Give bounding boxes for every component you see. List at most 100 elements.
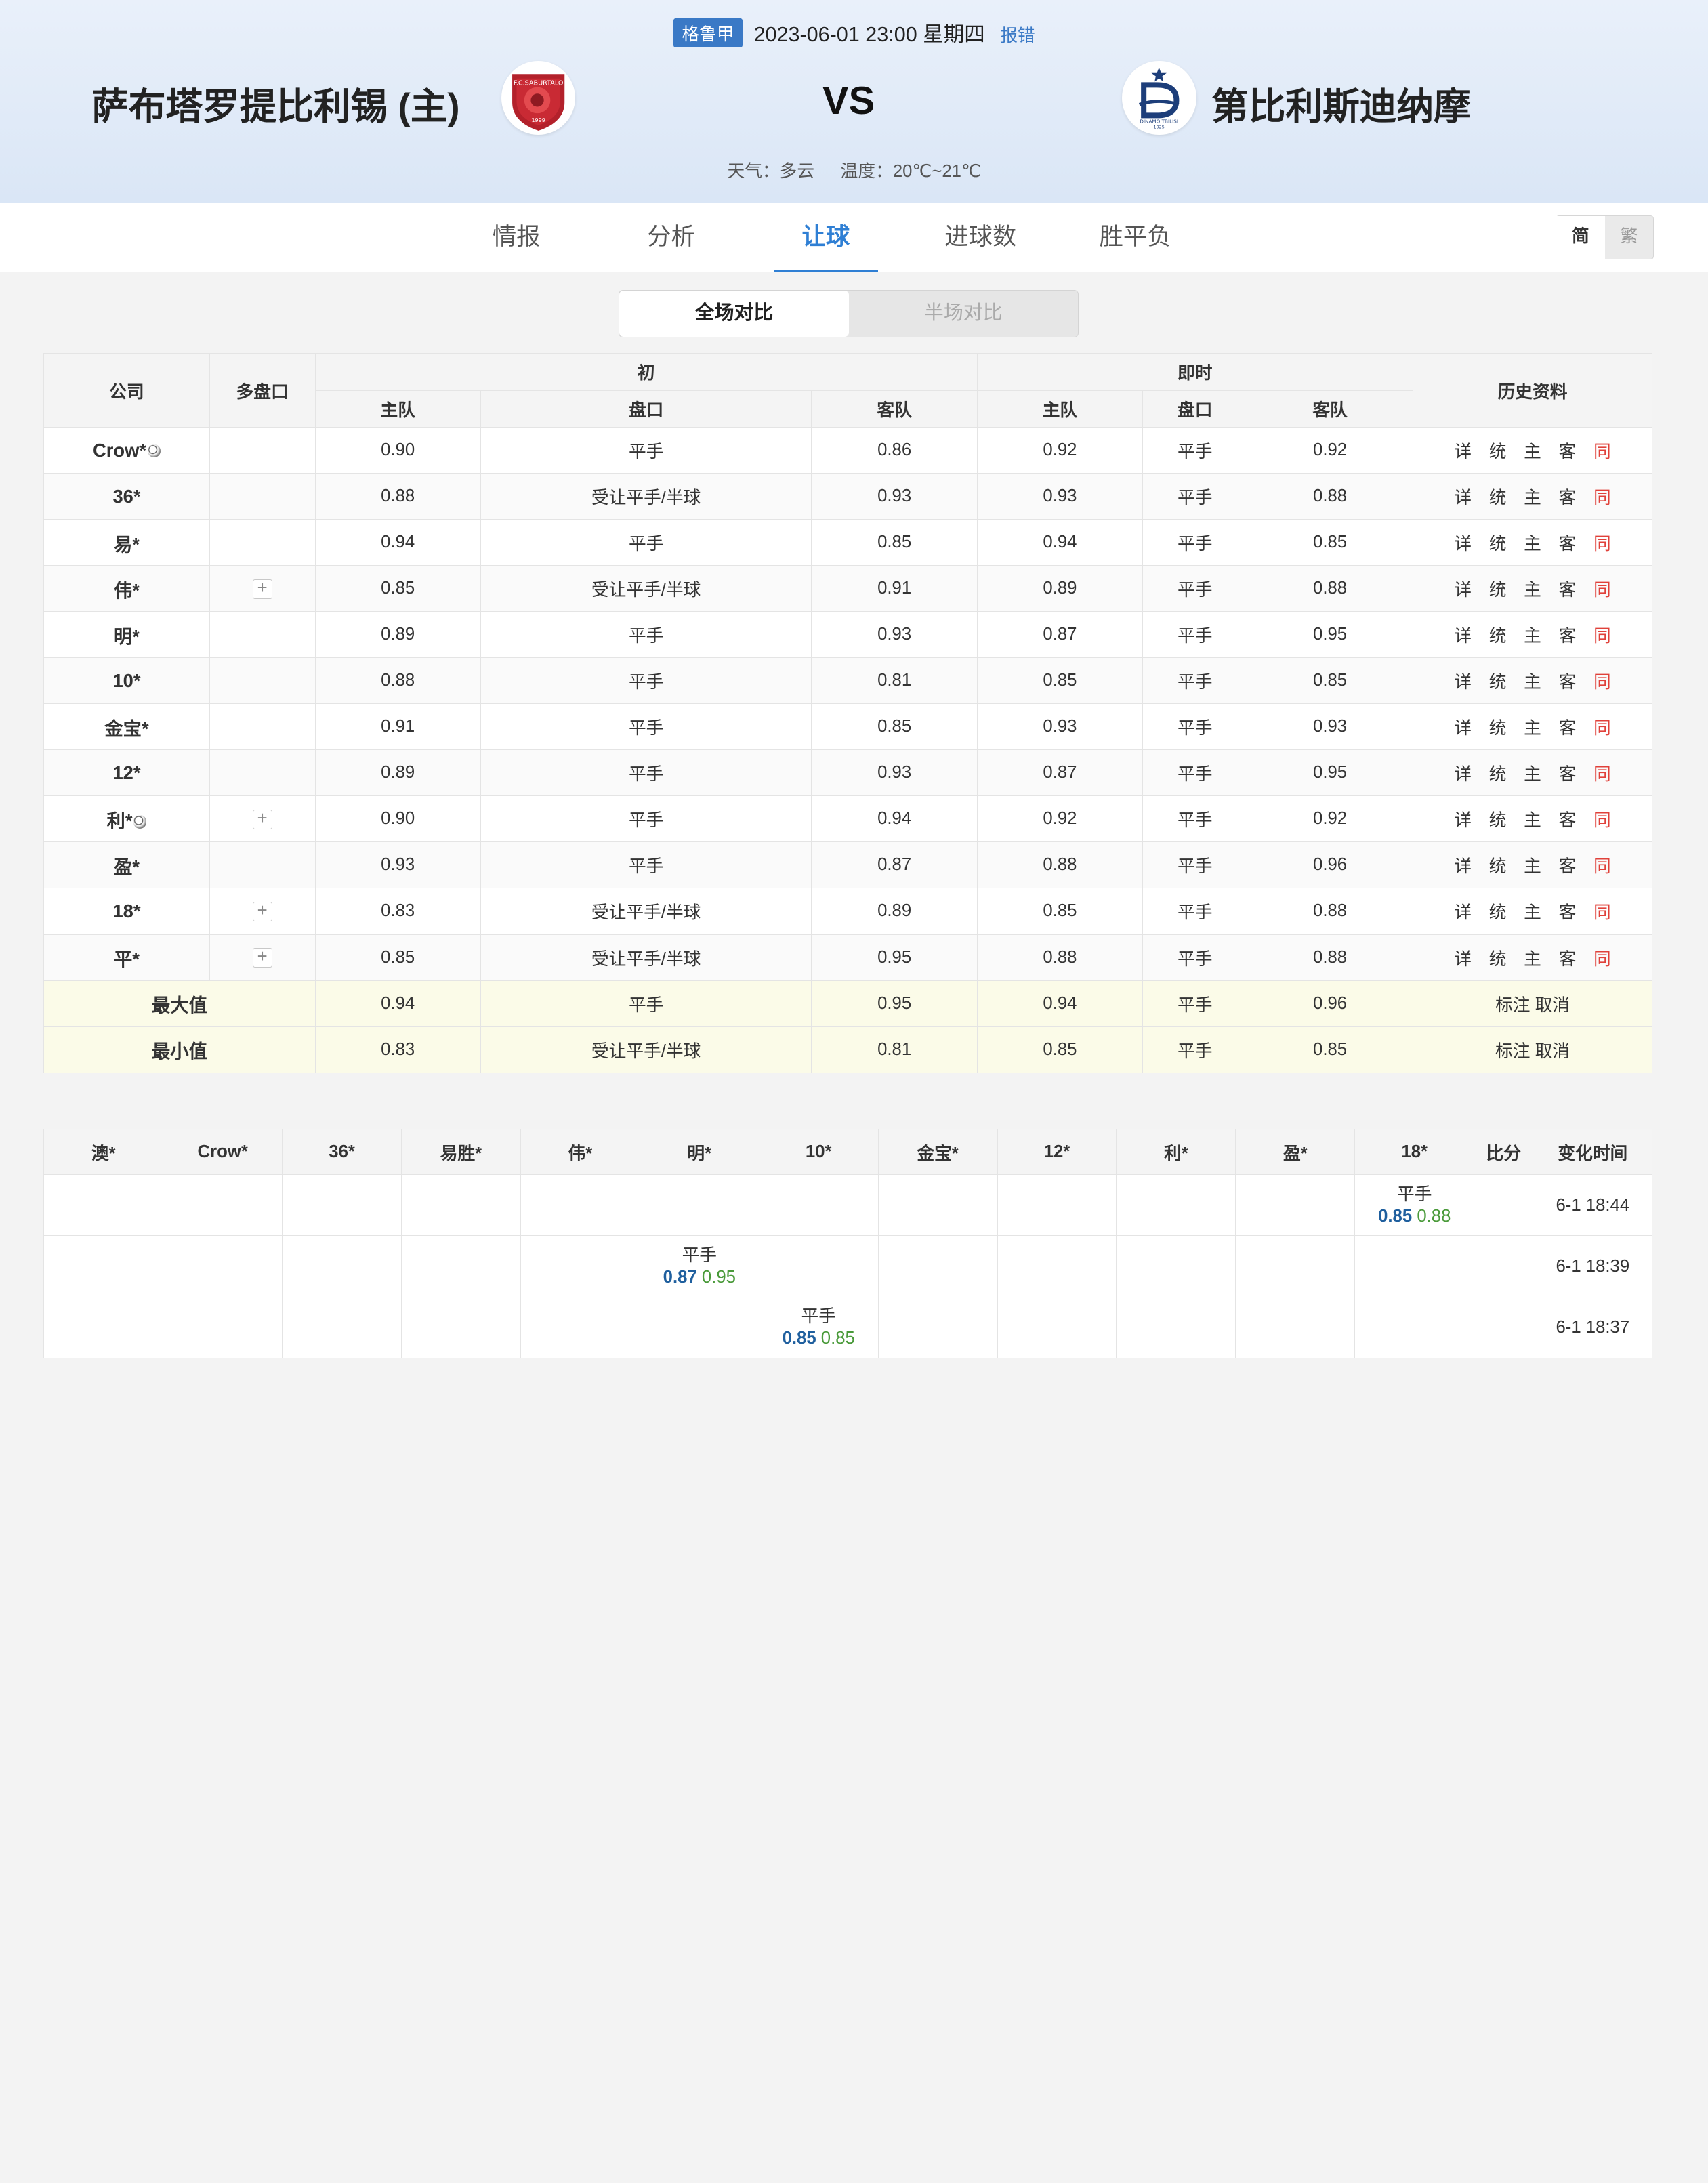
mark-cancel-link[interactable]: 标注 取消 xyxy=(1412,980,1653,1027)
home-link[interactable]: 主 xyxy=(1524,530,1541,555)
home-link[interactable]: 主 xyxy=(1524,438,1541,463)
expand-plus-icon[interactable]: + xyxy=(252,579,272,599)
company-name[interactable]: 18* xyxy=(43,888,210,935)
same-link[interactable]: 同 xyxy=(1594,668,1611,693)
away-team-name[interactable]: 第比利斯迪纳摩 xyxy=(1211,77,1471,130)
tab-analysis[interactable]: 分析 xyxy=(641,203,702,272)
away-link[interactable]: 客 xyxy=(1559,714,1577,739)
away-link[interactable]: 客 xyxy=(1559,576,1577,601)
company-name[interactable]: 明* xyxy=(43,611,210,659)
away-link[interactable]: 客 xyxy=(1559,852,1577,877)
same-link[interactable]: 同 xyxy=(1594,945,1611,970)
company-name[interactable]: 12* xyxy=(43,749,210,797)
detail-link[interactable]: 详 xyxy=(1454,760,1472,785)
change-header: 澳* xyxy=(43,1128,164,1176)
home-link[interactable]: 主 xyxy=(1524,622,1541,647)
mark-cancel-link[interactable]: 标注 取消 xyxy=(1412,1026,1653,1073)
home-team-logo[interactable]: F.C.SABURTALO 1999 xyxy=(501,61,576,136)
detail-link[interactable]: 详 xyxy=(1454,898,1472,923)
tab-goals[interactable]: 进球数 xyxy=(939,203,1022,272)
lang-traditional-button[interactable]: 繁 xyxy=(1605,216,1653,258)
detail-link[interactable]: 详 xyxy=(1454,530,1472,555)
away-link[interactable]: 客 xyxy=(1559,438,1577,463)
stats-link[interactable]: 统 xyxy=(1489,806,1507,831)
lang-simplified-button[interactable]: 简 xyxy=(1556,216,1605,259)
away-link[interactable]: 客 xyxy=(1559,898,1577,923)
company-name[interactable]: 伟* xyxy=(43,565,210,612)
change-time: 6-1 18:37 xyxy=(1533,1296,1653,1358)
empty-cell xyxy=(1116,1296,1236,1358)
detail-link[interactable]: 详 xyxy=(1454,576,1472,601)
same-link[interactable]: 同 xyxy=(1594,806,1611,831)
tab-1x2[interactable]: 胜平负 xyxy=(1093,203,1176,272)
same-link[interactable]: 同 xyxy=(1594,760,1611,785)
stats-link[interactable]: 统 xyxy=(1489,945,1507,970)
report-link[interactable]: 报错 xyxy=(1000,26,1035,45)
company-name[interactable]: 10* xyxy=(43,657,210,705)
detail-link[interactable]: 详 xyxy=(1454,668,1472,693)
same-link[interactable]: 同 xyxy=(1594,576,1611,601)
home-link[interactable]: 主 xyxy=(1524,898,1541,923)
home-link[interactable]: 主 xyxy=(1524,852,1541,877)
away-link[interactable]: 客 xyxy=(1559,945,1577,970)
same-link[interactable]: 同 xyxy=(1594,438,1611,463)
league-badge[interactable]: 格鲁甲 xyxy=(673,18,743,48)
stats-link[interactable]: 统 xyxy=(1489,852,1507,877)
home-team-name[interactable]: 萨布塔罗提比利锡 (主) xyxy=(91,77,460,130)
company-name[interactable]: 金宝* xyxy=(43,703,210,751)
home-link[interactable]: 主 xyxy=(1524,484,1541,509)
away-link[interactable]: 客 xyxy=(1559,484,1577,509)
home-link[interactable]: 主 xyxy=(1524,714,1541,739)
same-link[interactable]: 同 xyxy=(1594,898,1611,923)
expand-plus-icon[interactable]: + xyxy=(252,809,272,829)
change-home-odds: 0.87 xyxy=(663,1267,697,1287)
home-link[interactable]: 主 xyxy=(1524,806,1541,831)
home-link[interactable]: 主 xyxy=(1524,760,1541,785)
odds-i-home: 0.85 xyxy=(314,565,481,612)
away-link[interactable]: 客 xyxy=(1559,806,1577,831)
detail-link[interactable]: 详 xyxy=(1454,852,1472,877)
stats-link[interactable]: 统 xyxy=(1489,898,1507,923)
stats-link[interactable]: 统 xyxy=(1489,760,1507,785)
away-team-logo[interactable]: DINAMO TBILISI 1925 xyxy=(1122,61,1196,136)
stats-link[interactable]: 统 xyxy=(1489,438,1507,463)
company-name[interactable]: Crow* xyxy=(43,427,210,474)
company-name[interactable]: 36* xyxy=(43,473,210,520)
detail-link[interactable]: 详 xyxy=(1454,622,1472,647)
stats-link[interactable]: 统 xyxy=(1489,576,1507,601)
company-name[interactable]: 平* xyxy=(43,934,210,981)
same-link[interactable]: 同 xyxy=(1594,622,1611,647)
full-match-button[interactable]: 全场对比 xyxy=(619,290,849,337)
same-link[interactable]: 同 xyxy=(1594,530,1611,555)
same-link[interactable]: 同 xyxy=(1594,714,1611,739)
stats-link[interactable]: 统 xyxy=(1489,714,1507,739)
home-link[interactable]: 主 xyxy=(1524,945,1541,970)
stats-link[interactable]: 统 xyxy=(1489,668,1507,693)
away-link[interactable]: 客 xyxy=(1559,530,1577,555)
odds-row: 伟* +0.85 受让平手/半球 0.91 0.89 平手 0.88 详统主客同 xyxy=(43,565,1653,612)
company-name[interactable]: 利* xyxy=(43,795,210,843)
detail-link[interactable]: 详 xyxy=(1454,945,1472,970)
stats-link[interactable]: 统 xyxy=(1489,622,1507,647)
home-link[interactable]: 主 xyxy=(1524,576,1541,601)
stats-link[interactable]: 统 xyxy=(1489,484,1507,509)
away-link[interactable]: 客 xyxy=(1559,668,1577,693)
away-link[interactable]: 客 xyxy=(1559,760,1577,785)
same-link[interactable]: 同 xyxy=(1594,484,1611,509)
company-name[interactable]: 易* xyxy=(43,519,210,566)
detail-link[interactable]: 详 xyxy=(1454,484,1472,509)
half-match-button[interactable]: 半场对比 xyxy=(849,291,1078,337)
detail-link[interactable]: 详 xyxy=(1454,438,1472,463)
same-link[interactable]: 同 xyxy=(1594,852,1611,877)
expand-plus-icon[interactable]: + xyxy=(252,902,272,921)
detail-link[interactable]: 详 xyxy=(1454,806,1472,831)
home-link[interactable]: 主 xyxy=(1524,668,1541,693)
stats-link[interactable]: 统 xyxy=(1489,530,1507,555)
odds-l-away: 0.92 xyxy=(1247,427,1413,474)
detail-link[interactable]: 详 xyxy=(1454,714,1472,739)
company-name[interactable]: 盈* xyxy=(43,841,210,889)
tab-handicap[interactable]: 让球 xyxy=(773,203,879,272)
tab-intel[interactable]: 情报 xyxy=(486,203,547,272)
expand-plus-icon[interactable]: + xyxy=(252,948,272,968)
away-link[interactable]: 客 xyxy=(1559,622,1577,647)
